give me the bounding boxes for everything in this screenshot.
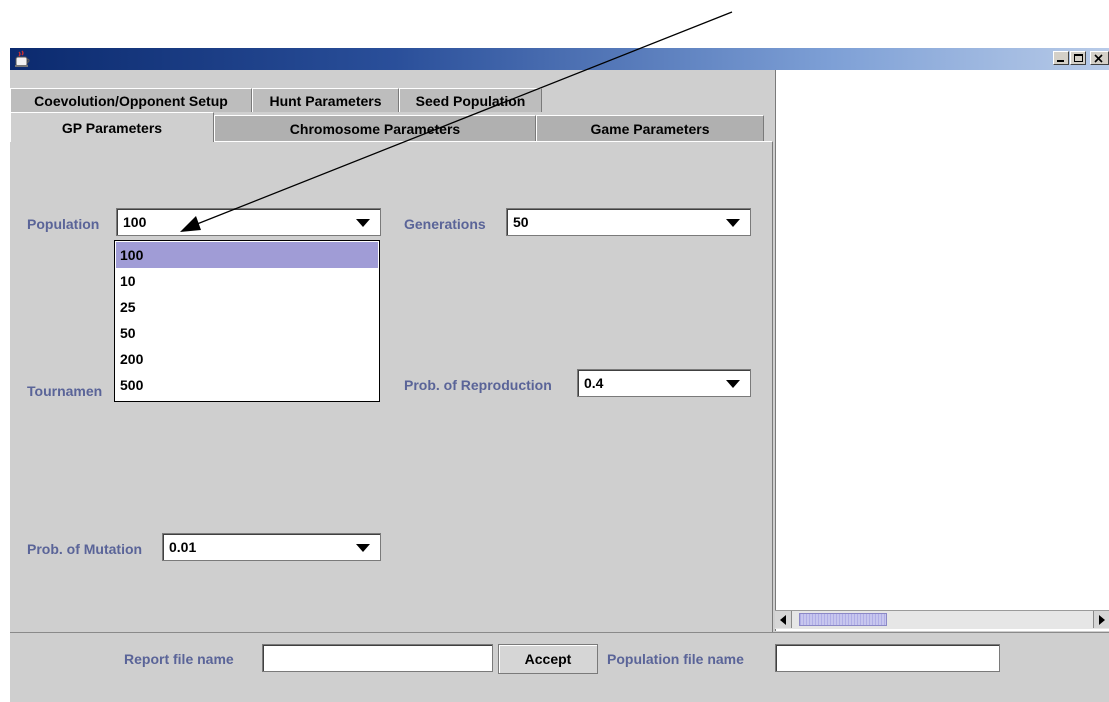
tab-label: GP Parameters [61, 119, 163, 136]
tab-gp-parameters[interactable]: GP Parameters [10, 112, 214, 142]
dropdown-option[interactable]: 10 [116, 268, 378, 294]
dropdown-option[interactable]: 500 [116, 372, 378, 398]
dropdown-option[interactable]: 25 [116, 294, 378, 320]
dropdown-option[interactable]: 200 [116, 346, 378, 372]
dropdown-option[interactable]: 100 [116, 242, 378, 268]
population-dropdown-list[interactable]: 100 10 25 50 200 500 [114, 240, 380, 402]
dropdown-option[interactable]: 50 [116, 320, 378, 346]
